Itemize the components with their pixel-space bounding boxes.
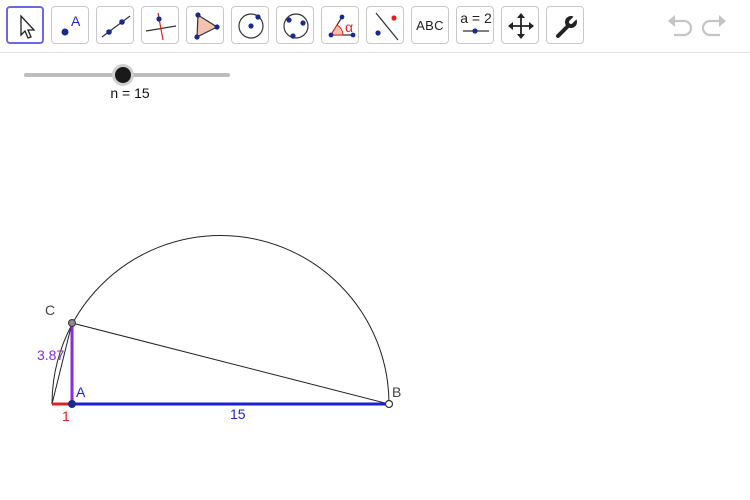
undo-icon — [668, 15, 693, 37]
slider-tool-icon: a = 2 — [460, 10, 492, 34]
angle-tool-button[interactable]: α — [321, 6, 359, 44]
slider-tool-button[interactable]: a = 2 — [456, 6, 494, 44]
segment-c-b[interactable] — [71, 322, 390, 405]
line-tool-icon — [101, 15, 131, 38]
point-tool-button[interactable]: A — [51, 6, 89, 44]
perpendicular-line-tool-button[interactable] — [141, 6, 179, 44]
text-tool-icon: ABC — [416, 17, 444, 33]
angle-tool-glyph: α — [345, 19, 353, 35]
circle-center-point-tool-button[interactable] — [231, 6, 269, 44]
move-graphics-view-tool-button[interactable] — [501, 6, 539, 44]
reflect-tool-button[interactable] — [366, 6, 404, 44]
line-tool-button[interactable] — [96, 6, 134, 44]
segment-c-start[interactable] — [51, 322, 73, 405]
redo-button[interactable] — [700, 12, 730, 40]
circle-three-points-tool-button[interactable] — [276, 6, 314, 44]
perpendicular-line-tool-icon — [145, 12, 177, 41]
settings-tool-icon — [556, 14, 579, 38]
reflect-tool-icon — [375, 12, 399, 41]
label-point-c: C — [45, 302, 55, 318]
label-point-a: A — [76, 384, 86, 400]
label-long-segment: 15 — [230, 406, 246, 422]
label-height: 3.87 — [37, 347, 64, 363]
move-tool-icon — [20, 14, 36, 39]
circle-center-point-tool-icon — [238, 13, 264, 39]
settings-tool-button[interactable] — [546, 6, 584, 44]
point-b[interactable] — [384, 399, 394, 409]
move-graphics-view-tool-icon — [508, 13, 534, 39]
point-c[interactable] — [68, 319, 76, 327]
redo-icon — [701, 15, 726, 37]
graphics-view[interactable]: C A B 3.87 1 15 — [0, 53, 750, 500]
semicircle-arc[interactable] — [51, 235, 390, 405]
point-tool-glyph: A — [71, 13, 81, 29]
text-tool-button[interactable]: ABC — [411, 6, 449, 44]
label-point-b: B — [392, 384, 401, 400]
label-short-segment: 1 — [62, 408, 70, 424]
slider-tool-label: a = 2 — [460, 10, 492, 26]
polygon-tool-button[interactable] — [186, 6, 224, 44]
undo-button[interactable] — [664, 12, 694, 40]
angle-tool-icon: α — [328, 14, 356, 38]
circle-three-points-tool-icon — [283, 13, 309, 39]
move-tool-button[interactable] — [6, 6, 44, 44]
point-tool-icon: A — [61, 13, 81, 36]
point-a[interactable] — [68, 400, 76, 408]
polygon-tool-icon — [194, 12, 220, 40]
toolbar: A α ABC a = 2 — [0, 0, 750, 53]
